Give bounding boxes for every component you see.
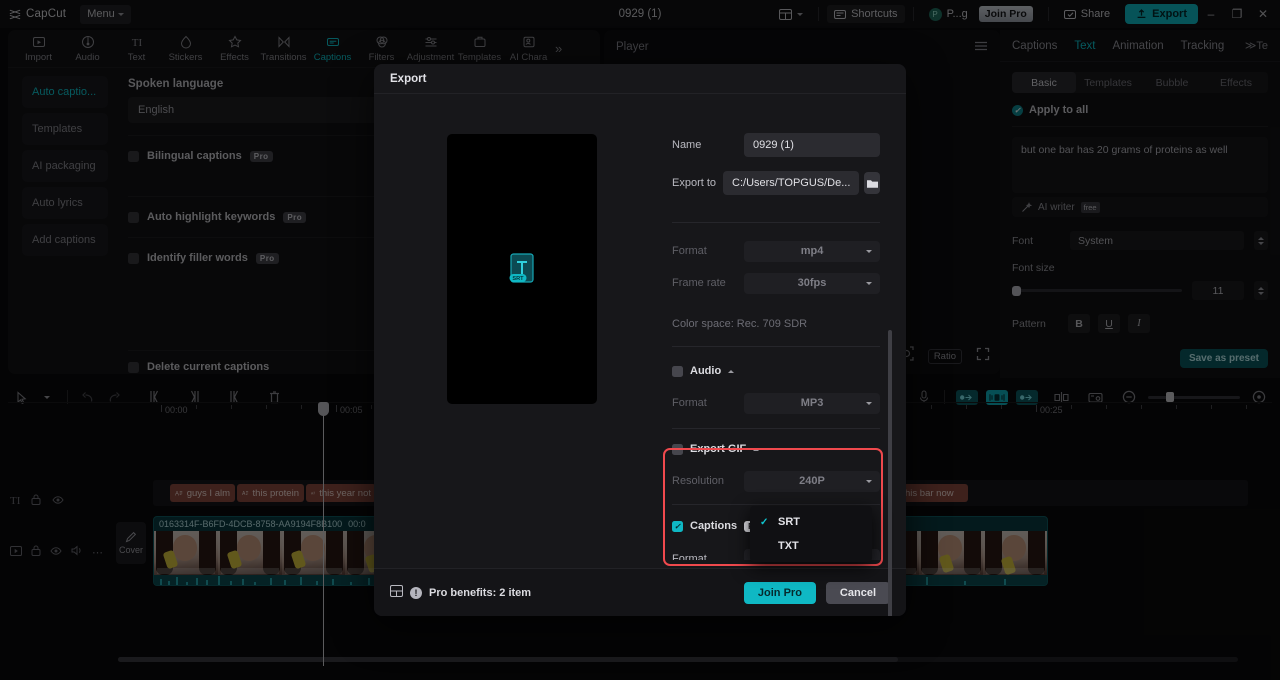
frame-rate-value: 30fps (797, 277, 827, 289)
divider (672, 504, 880, 505)
join-pro-button[interactable]: Join Pro (743, 581, 816, 604)
name-label: Name (672, 139, 702, 151)
export-preview: SRT (447, 134, 597, 404)
srt-file-icon: SRT (509, 253, 534, 283)
format-value: mp4 (800, 245, 824, 257)
name-field-row: Name 0929 (1) (672, 132, 880, 158)
captions-format-label: Format (672, 553, 707, 560)
dropdown-option-srt[interactable]: ✓ SRT (750, 510, 872, 534)
frame-rate-select[interactable]: 30fps (744, 272, 880, 294)
panel-icon (390, 585, 403, 600)
dropdown-option-label: TXT (778, 540, 799, 552)
audio-section-header[interactable]: Audio (672, 365, 735, 377)
pro-benefits: ! Pro benefits: 2 item (390, 585, 531, 600)
dropdown-option-label: SRT (778, 516, 800, 528)
chevron-down-icon (866, 281, 872, 285)
chevron-down-icon (866, 401, 872, 405)
divider (672, 346, 880, 347)
gif-section-header[interactable]: Export GIF (672, 443, 760, 455)
captions-label: Captions (690, 520, 738, 532)
dropdown-option-txt[interactable]: TXT (750, 534, 872, 558)
format-label: Format (672, 245, 707, 257)
divider (672, 428, 880, 429)
check-icon: ✓ (760, 516, 769, 528)
svg-text:SRT: SRT (512, 276, 524, 282)
format-select[interactable]: mp4 (744, 240, 880, 262)
chevron-up-icon[interactable] (753, 447, 760, 451)
format-row: Format mp4 (672, 240, 880, 262)
folder-icon[interactable] (864, 172, 880, 194)
pro-benefits-text: Pro benefits: 2 item (429, 586, 532, 599)
cancel-button[interactable]: Cancel (825, 581, 890, 604)
audio-format-label: Format (672, 397, 707, 409)
export-fields: Name 0929 (1) Export to C:/Users/TOPGUS/… (672, 132, 880, 208)
checkbox[interactable] (672, 365, 683, 377)
info-icon: ! (410, 586, 422, 599)
gif-resolution-row: Resolution 240P (672, 470, 880, 492)
chevron-down-icon (866, 249, 872, 253)
gif-resolution-value: 240P (799, 475, 825, 487)
gif-resolution-label: Resolution (672, 475, 724, 487)
export-gif-label: Export GIF (690, 443, 747, 455)
export-to-field-row: Export to C:/Users/TOPGUS/De... (672, 170, 880, 196)
dialog-footer: ! Pro benefits: 2 item Join Pro Cancel (374, 568, 906, 616)
audio-format-select[interactable]: MP3 (744, 392, 880, 414)
color-space-text: Color space: Rec. 709 SDR (672, 318, 808, 330)
dialog-body: SRT Name 0929 (1) Export to C:/Users/TOP… (374, 94, 906, 560)
audio-format-value: MP3 (800, 397, 824, 409)
export-to-label: Export to (672, 177, 717, 189)
frame-rate-label: Frame rate (672, 277, 726, 289)
gif-resolution-select[interactable]: 240P (744, 470, 880, 492)
captions-format-dropdown: ✓ SRT TXT (750, 506, 872, 562)
name-input[interactable]: 0929 (1) (744, 133, 880, 157)
chevron-down-icon (866, 479, 872, 483)
chevron-up-icon[interactable] (728, 369, 735, 373)
checkbox-checked-icon[interactable]: ✓ (672, 520, 683, 532)
divider (672, 222, 880, 223)
export-to-input[interactable]: C:/Users/TOPGUS/De... (723, 171, 860, 195)
audio-format-row: Format MP3 (672, 392, 880, 414)
checkbox[interactable] (672, 443, 683, 455)
dialog-actions: Join Pro Cancel (743, 581, 890, 604)
dialog-scrollbar[interactable] (888, 330, 892, 616)
frame-rate-row: Frame rate 30fps (672, 272, 880, 294)
dialog-title: Export (374, 64, 906, 94)
audio-label: Audio (690, 365, 722, 377)
